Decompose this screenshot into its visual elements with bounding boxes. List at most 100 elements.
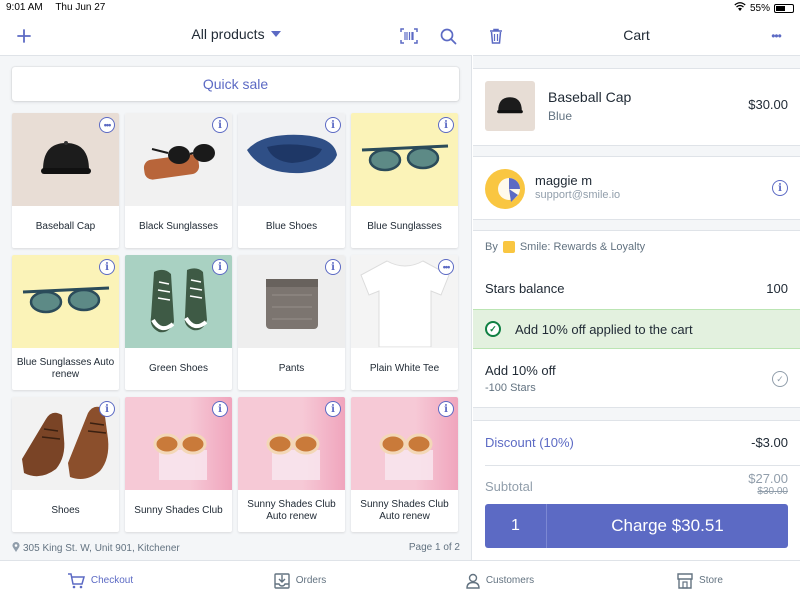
- stars-balance-label: Stars balance: [485, 281, 565, 296]
- cart-panel: Cart ••• Baseball Cap Blue $30.00 maggie…: [473, 16, 800, 560]
- person-icon: [466, 573, 480, 589]
- info-icon[interactable]: i: [438, 401, 454, 417]
- cart-icon: [67, 572, 85, 588]
- product-name: Sunny Shades Club Auto renew: [247, 499, 336, 522]
- product-name: Black Sunglasses: [139, 221, 218, 232]
- barcode-scan-icon[interactable]: [395, 22, 423, 50]
- tab-label: Customers: [485, 575, 535, 586]
- info-icon[interactable]: i: [325, 401, 341, 417]
- status-date: Thu Jun 27: [55, 2, 106, 13]
- line-item-thumbnail: [485, 81, 535, 131]
- product-tile[interactable]: i Sunny Shades Club Auto renew: [238, 397, 345, 532]
- product-tile[interactable]: i Green Shoes: [125, 255, 232, 390]
- store-address: 305 King St. W, Unit 901, Kitchener: [12, 542, 180, 554]
- reward-cost: -100 Stars: [485, 382, 536, 394]
- bottom-tab-bar: Checkout Orders Customers Store: [0, 560, 800, 600]
- status-time: 9:01 AM: [6, 2, 43, 13]
- cart-line-item[interactable]: Baseball Cap Blue $30.00: [473, 68, 800, 146]
- subtotal-value: $27.00: [748, 471, 788, 486]
- quick-sale-button[interactable]: Quick sale: [12, 67, 459, 101]
- reward-applied-banner: ✓ Add 10% off applied to the cart: [473, 309, 800, 349]
- product-tile[interactable]: i Blue Sunglasses Auto renew: [12, 255, 119, 390]
- subtotal-original: $30.00: [757, 486, 788, 497]
- line-item-variant: Blue: [548, 109, 573, 123]
- app-name: Smile: Rewards & Loyalty: [519, 241, 646, 253]
- product-tile[interactable]: i Blue Sunglasses: [351, 113, 458, 248]
- filter-label: All products: [191, 26, 265, 42]
- product-tile[interactable]: ••• Baseball Cap: [12, 113, 119, 248]
- stars-balance-value: 100: [766, 281, 788, 296]
- more-options-icon[interactable]: •••: [762, 22, 790, 50]
- info-icon[interactable]: i: [99, 401, 115, 417]
- battery-percent: 55%: [749, 2, 770, 14]
- subtotal-row: Subtotal $27.00 $30.00: [485, 471, 788, 497]
- product-name: Baseball Cap: [35, 221, 96, 232]
- info-icon[interactable]: i: [212, 117, 228, 133]
- page-indicator: Page 1 of 2: [408, 542, 460, 553]
- customer-email: support@smile.io: [535, 189, 621, 201]
- product-tile[interactable]: ••• Plain White Tee: [351, 255, 458, 390]
- info-icon[interactable]: i: [325, 259, 341, 275]
- wifi-icon: [734, 2, 746, 14]
- tab-store[interactable]: Store: [600, 561, 800, 600]
- discount-label: Discount (10%): [485, 435, 574, 450]
- tab-customers[interactable]: Customers: [400, 561, 600, 600]
- charge-button[interactable]: Charge $30.51: [547, 504, 788, 548]
- catalog-footer: 305 King St. W, Unit 901, Kitchener Page…: [12, 542, 460, 556]
- stars-balance-row: Stars balance 100: [485, 281, 788, 296]
- tab-label: Checkout: [90, 575, 134, 586]
- product-name: Blue Shoes: [265, 221, 318, 232]
- subtotal-values: $27.00 $30.00: [748, 471, 788, 497]
- product-tile[interactable]: i Shoes: [12, 397, 119, 532]
- discount-value: -$3.00: [751, 435, 788, 450]
- catalog-toolbar: All products: [0, 16, 472, 56]
- quantity-button[interactable]: 1: [485, 504, 547, 548]
- line-item-price: $30.00: [748, 97, 788, 112]
- tab-label: Orders: [295, 575, 327, 586]
- product-grid: ••• Baseball Cap i Black Sunglasses i Bl…: [12, 113, 460, 532]
- search-icon[interactable]: [434, 22, 462, 50]
- product-name: Pants: [278, 363, 305, 374]
- smile-logo-icon: [502, 241, 515, 253]
- status-bar: 9:01 AM Thu Jun 27 55%: [0, 0, 800, 16]
- product-name: Blue Sunglasses: [367, 221, 442, 232]
- cart-toolbar: Cart •••: [473, 16, 800, 56]
- more-options-icon[interactable]: •••: [438, 259, 454, 275]
- by-label: By: [485, 241, 498, 253]
- battery-icon: [774, 3, 794, 13]
- info-icon[interactable]: i: [438, 117, 454, 133]
- product-tile[interactable]: i Sunny Shades Club: [125, 397, 232, 532]
- more-options-icon[interactable]: •••: [99, 117, 115, 133]
- line-item-title: Baseball Cap: [548, 89, 632, 105]
- tab-label: Store: [699, 575, 723, 586]
- avatar: [485, 169, 525, 209]
- tab-checkout[interactable]: Checkout: [0, 561, 200, 600]
- subtotal-label: Subtotal: [485, 479, 533, 494]
- reward-title[interactable]: Add 10% off: [485, 363, 556, 378]
- product-name: Sunny Shades Club Auto renew: [360, 499, 449, 522]
- product-name: Green Shoes: [149, 363, 208, 374]
- product-catalog: All products Quick sale ••• Baseball Cap…: [0, 16, 472, 560]
- customer-name: maggie m: [535, 173, 593, 188]
- check-circle-icon[interactable]: ✓: [772, 371, 788, 387]
- info-icon[interactable]: i: [325, 117, 341, 133]
- product-tile[interactable]: i Sunny Shades Club Auto renew: [351, 397, 458, 532]
- product-tile[interactable]: i Black Sunglasses: [125, 113, 232, 248]
- product-tile[interactable]: i Pants: [238, 255, 345, 390]
- tab-orders[interactable]: Orders: [200, 561, 400, 600]
- info-icon[interactable]: i: [99, 259, 115, 275]
- charge-bar: 1 Charge $30.51: [485, 504, 788, 548]
- divider: [485, 465, 800, 466]
- location-pin-icon: [12, 542, 20, 552]
- address-text: 305 King St. W, Unit 901, Kitchener: [23, 543, 180, 554]
- applied-text: Add 10% off applied to the cart: [515, 321, 693, 337]
- info-icon[interactable]: i: [772, 180, 788, 196]
- store-icon: [677, 572, 693, 589]
- loyalty-app-card: By Smile: Rewards & Loyalty Stars balanc…: [473, 230, 800, 408]
- info-icon[interactable]: i: [212, 401, 228, 417]
- customer-card[interactable]: maggie m support@smile.io i: [473, 156, 800, 220]
- product-tile[interactable]: i Blue Shoes: [238, 113, 345, 248]
- info-icon[interactable]: i: [212, 259, 228, 275]
- discount-row[interactable]: Discount (10%) -$3.00: [485, 435, 788, 450]
- product-name: Blue Sunglasses Auto renew: [16, 357, 115, 380]
